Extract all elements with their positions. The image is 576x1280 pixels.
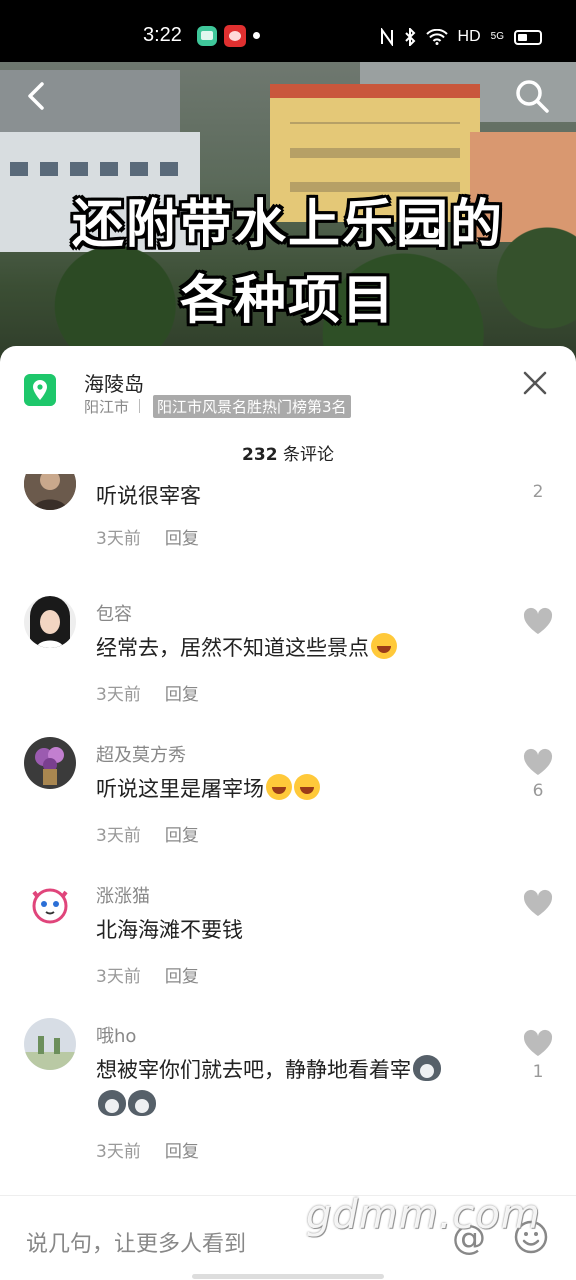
- comment-time: 3天前: [96, 529, 141, 549]
- comment-meta: 3天前 回复: [96, 1137, 199, 1162]
- heart-icon[interactable]: [522, 888, 554, 918]
- ranking-badge[interactable]: 阳江市风景名胜热门榜第3名: [153, 395, 351, 418]
- comment-text: 想被宰你们就去吧，静静地看着宰: [96, 1054, 441, 1084]
- location-city: 阳江市: [84, 398, 130, 416]
- username[interactable]: 涨涨猫: [96, 882, 150, 908]
- bluetooth-icon: [404, 28, 415, 46]
- reply-button[interactable]: 回复: [165, 1142, 199, 1162]
- watermark: gdmm.com: [306, 1192, 541, 1238]
- avatar[interactable]: [24, 596, 76, 648]
- wifi-icon: [425, 29, 448, 45]
- comment-text: 听说这里是屠宰场: [96, 773, 320, 803]
- comment-meta: 3天前 回复: [96, 962, 199, 987]
- laughing-emoji-icon: [266, 774, 292, 800]
- comment-time: 3天前: [96, 826, 141, 846]
- comment-input[interactable]: 说几句，让更多人看到: [26, 1226, 246, 1258]
- comments-sheet: 海陵岛 阳江市 阳江市风景名胜热门榜第3名 232 条评论 听说很宰客 3天前回…: [0, 346, 576, 1280]
- comment-meta: 3天前 回复: [96, 821, 199, 846]
- comment-text-body: 听说这里是屠宰场: [96, 777, 264, 801]
- heart-icon[interactable]: [522, 606, 554, 636]
- divider: [139, 399, 140, 413]
- avatar[interactable]: [24, 737, 76, 789]
- network-label: HD: [457, 28, 481, 45]
- signal-label: 5G: [490, 31, 504, 42]
- reply-button[interactable]: 回复: [165, 685, 199, 705]
- back-arrow-icon[interactable]: [22, 80, 54, 112]
- username[interactable]: 哦ho: [96, 1022, 136, 1048]
- comment-meta: 3天前 回复: [96, 524, 199, 549]
- reply-button[interactable]: 回复: [165, 967, 199, 987]
- nfc-icon: [380, 28, 393, 46]
- comment-count-suffix: 条评论: [282, 445, 334, 465]
- comment-time: 3天前: [96, 685, 141, 705]
- avatar[interactable]: [24, 878, 76, 930]
- like-count: 1: [532, 1062, 544, 1082]
- avatar-image: [24, 737, 76, 789]
- comment-time: 3天前: [96, 967, 141, 987]
- username[interactable]: 包容: [96, 600, 132, 626]
- status-bar: 3:22 HD 5G: [0, 0, 576, 62]
- more-notifications-dot-icon: [253, 32, 260, 39]
- laughing-emoji-icon: [294, 774, 320, 800]
- video-caption-line2: 各种项目: [179, 271, 396, 331]
- comment-count: 232 条评论: [0, 440, 576, 465]
- home-indicator[interactable]: [192, 1274, 384, 1279]
- comment-text-body: 经常去，居然不知道这些景点: [96, 636, 369, 660]
- avatar[interactable]: [24, 1018, 76, 1070]
- status-indicators: HD 5G: [380, 24, 542, 50]
- comment-text-body: 想被宰你们就去吧，静静地看着宰: [96, 1058, 411, 1082]
- video-caption-line1: 还附带水上乐园的: [71, 195, 504, 255]
- search-icon[interactable]: [514, 78, 550, 114]
- location-pin-icon: [24, 374, 56, 406]
- like-count: 2: [532, 482, 544, 502]
- comment-text-line2: [96, 1090, 156, 1117]
- comment-list[interactable]: 听说很宰客 3天前 回复 2 包容 经常去，居然不知道这些景点 3天前 回复 超及莫: [0, 474, 576, 1194]
- avatar-image: [24, 1018, 76, 1070]
- comment-text: 经常去，居然不知道这些景点: [96, 632, 397, 662]
- username[interactable]: 超及莫方秀: [96, 741, 186, 767]
- reply-button[interactable]: 回复: [165, 826, 199, 846]
- husky-emoji-icon: [98, 1090, 126, 1116]
- comment-time: 3天前: [96, 1142, 141, 1162]
- avatar-image: [24, 878, 76, 930]
- battery-icon: [514, 29, 542, 45]
- notification-app-icon: [224, 25, 246, 47]
- close-icon[interactable]: [522, 370, 548, 396]
- comment-count-number: 232: [242, 445, 278, 465]
- status-time: 3:22: [143, 24, 182, 46]
- heart-icon[interactable]: [522, 747, 554, 777]
- comment-text: 听说很宰客: [96, 484, 201, 508]
- location-title[interactable]: 海陵岛: [84, 368, 144, 397]
- avatar-image: [24, 474, 76, 510]
- avatar-image: [24, 596, 76, 648]
- heart-icon[interactable]: [522, 1028, 554, 1058]
- video-preview[interactable]: 还附带水上乐园的 各种项目: [0, 62, 576, 362]
- husky-emoji-icon: [128, 1090, 156, 1116]
- laughing-emoji-icon: [371, 633, 397, 659]
- reply-button[interactable]: 回复: [165, 529, 199, 549]
- comment-meta: 3天前 回复: [96, 680, 199, 705]
- message-app-icon: [197, 26, 217, 46]
- comment-text: 北海海滩不要钱: [96, 918, 243, 942]
- like-count: 6: [532, 781, 544, 801]
- avatar[interactable]: [24, 474, 76, 510]
- husky-emoji-icon: [413, 1055, 441, 1081]
